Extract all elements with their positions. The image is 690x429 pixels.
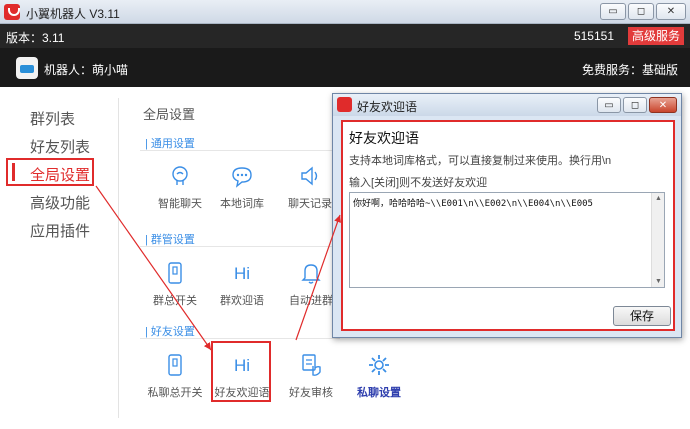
feature-label: 私聊总开关 — [147, 387, 203, 399]
feature-group-welcome[interactable]: Hi 群欢迎语 — [207, 260, 277, 308]
close-button[interactable]: ✕ — [656, 3, 686, 20]
robot-name: 机器人：萌小喵 — [44, 63, 129, 77]
active-indicator — [12, 163, 15, 181]
divider — [140, 338, 340, 339]
sidebar-item-plugins[interactable]: 应用插件 — [30, 220, 90, 241]
window-controls: ▭ ◻ ✕ — [600, 3, 686, 20]
sidebar-item-advanced[interactable]: 高级功能 — [30, 192, 90, 213]
section-general-label: | 通用设置 — [145, 138, 195, 150]
dialog-heading: 好友欢迎语 — [349, 130, 419, 146]
speaker-icon — [301, 166, 318, 186]
divider — [140, 246, 340, 247]
minimize-button[interactable]: ▭ — [600, 3, 626, 20]
feature-label: 好友欢迎语 — [214, 387, 270, 399]
welcome-message-input[interactable]: 你好啊，哈哈哈哈~\\E001\n\\E002\n\\E004\n\\E005 — [349, 192, 665, 288]
feature-label: 智能聊天 — [158, 198, 202, 210]
switch-icon — [168, 354, 182, 376]
robot-bar: 机器人：萌小喵 免费服务：基础版 — [0, 48, 690, 87]
dialog-description: 支持本地词库格式，可以直接复制过来使用。换行用\n — [349, 155, 612, 167]
feature-label: 群总开关 — [153, 295, 197, 307]
app-logo-icon — [337, 97, 352, 112]
section-friend-label: | 好友设置 — [145, 326, 195, 338]
app-logo-icon — [4, 4, 20, 20]
feature-label: 私聊设置 — [357, 387, 401, 399]
save-button[interactable]: 保存 — [613, 306, 671, 326]
window-titlebar: 小翼机器人 V3.11 ▭ ◻ ✕ — [0, 0, 690, 24]
textarea-scrollbar[interactable]: ▲ ▼ — [651, 193, 664, 287]
robot-avatar[interactable] — [16, 57, 38, 79]
dialog-minimize-button[interactable]: ▭ — [597, 97, 621, 113]
scroll-up-icon[interactable]: ▲ — [655, 195, 662, 202]
dialog-title: 好友欢迎语 — [357, 100, 418, 114]
feature-label: 群欢迎语 — [220, 295, 264, 307]
dialog-hint: 输入[关闭]则不发送好友欢迎 — [349, 177, 488, 189]
feature-friend-welcome[interactable]: Hi 好友欢迎语 — [207, 352, 277, 400]
dialog-titlebar: 好友欢迎语 ▭ ◻ ✕ — [333, 94, 681, 116]
feature-smart-chat[interactable]: 智能聊天 — [145, 163, 215, 211]
switch-icon — [168, 262, 182, 284]
hand-check-icon — [302, 354, 321, 376]
sidebar-item-global-settings[interactable]: 全局设置 — [30, 164, 90, 185]
dialog-body: 好友欢迎语 支持本地词库格式，可以直接复制过来使用。换行用\n 输入[关闭]则不… — [341, 120, 675, 331]
premium-service-button[interactable]: 高级服务 — [627, 27, 684, 45]
bell-icon — [301, 264, 321, 284]
version-bar: 版本：3.11 515151 高级服务 — [0, 24, 690, 48]
divider — [140, 150, 340, 151]
account-number: 515151 — [573, 29, 614, 43]
svg-text:Hi: Hi — [234, 264, 250, 283]
feature-friend-review[interactable]: 好友审核 — [276, 352, 346, 400]
hi-icon: Hi — [234, 264, 250, 283]
sidebar-item-friend-list[interactable]: 好友列表 — [30, 136, 90, 157]
section-group-label: | 群管设置 — [145, 234, 195, 246]
feature-group-switch[interactable]: 群总开关 — [140, 260, 210, 308]
page-title: 全局设置 — [143, 107, 196, 122]
feature-label: 本地词库 — [220, 198, 264, 210]
friend-welcome-dialog: 好友欢迎语 ▭ ◻ ✕ 好友欢迎语 支持本地词库格式，可以直接复制过来使用。换行… — [332, 93, 682, 338]
chat-bubble-icon — [232, 167, 252, 188]
brain-icon — [172, 166, 188, 185]
maximize-button[interactable]: ◻ — [628, 3, 654, 20]
version-label: 版本：3.11 — [6, 31, 65, 45]
feature-label: 好友审核 — [289, 387, 333, 399]
svg-text:Hi: Hi — [234, 356, 250, 375]
sidebar-item-group-list[interactable]: 群列表 — [30, 108, 75, 129]
service-tier[interactable]: 免费服务：基础版 — [582, 61, 678, 78]
window-title: 小翼机器人 V3.11 — [26, 7, 120, 21]
dialog-maximize-button[interactable]: ◻ — [623, 97, 647, 113]
hi-icon: Hi — [234, 356, 250, 375]
sidebar-divider — [118, 98, 119, 418]
dialog-close-button[interactable]: ✕ — [649, 97, 677, 113]
feature-private-settings[interactable]: 私聊设置 — [344, 352, 414, 400]
feature-local-lexicon[interactable]: 本地词库 — [207, 163, 277, 211]
dialog-controls: ▭ ◻ ✕ — [597, 97, 677, 113]
gear-icon — [369, 355, 389, 375]
scroll-down-icon[interactable]: ▼ — [655, 278, 662, 285]
feature-private-switch[interactable]: 私聊总开关 — [140, 352, 210, 400]
